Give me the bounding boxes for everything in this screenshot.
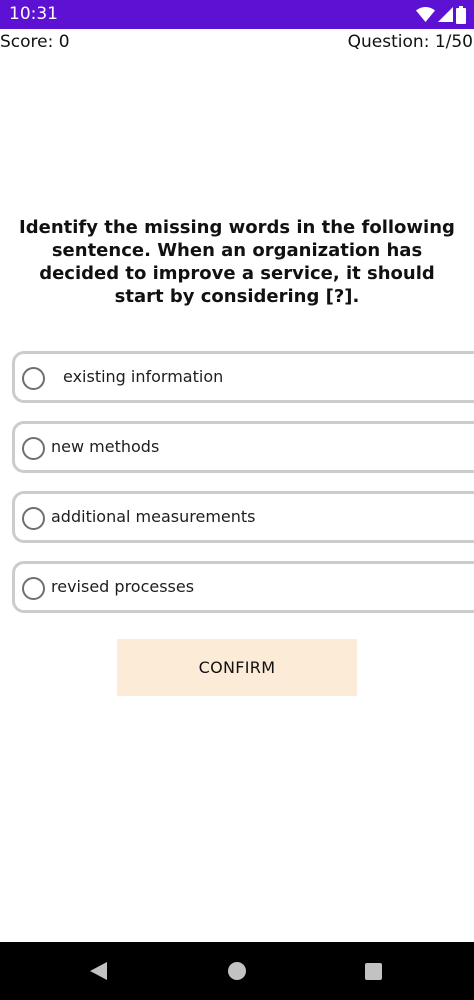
confirm-button[interactable]: CONFIRM [117, 639, 357, 696]
answer-option-label: new methods [51, 437, 160, 456]
status-icons [416, 5, 466, 24]
radio-button[interactable] [22, 437, 45, 460]
back-icon[interactable] [90, 962, 108, 985]
question-counter: Question: 1/50 [347, 32, 473, 52]
cellular-signal-icon [438, 7, 453, 22]
wifi-icon [416, 7, 435, 22]
answer-option-label: additional measurements [51, 507, 256, 526]
radio-button[interactable] [22, 367, 45, 390]
recents-icon[interactable] [365, 963, 382, 980]
battery-icon [456, 5, 466, 24]
score-label: Score: 0 [0, 32, 70, 52]
answer-option-1[interactable]: existing information [12, 351, 474, 403]
radio-button[interactable] [22, 507, 45, 530]
home-icon[interactable] [228, 962, 246, 980]
answer-option-4[interactable]: revised processes [12, 561, 474, 613]
radio-button[interactable] [22, 577, 45, 600]
answer-option-2[interactable]: new methods [12, 421, 474, 473]
status-time: 10:31 [9, 4, 58, 24]
navigation-bar [0, 942, 474, 1000]
answer-option-label: existing information [63, 367, 224, 386]
answer-option-label: revised processes [51, 577, 195, 596]
question-text: Identify the missing words in the follow… [19, 217, 455, 307]
answer-option-3[interactable]: additional measurements [12, 491, 474, 543]
status-bar: 10:31 [0, 0, 474, 29]
